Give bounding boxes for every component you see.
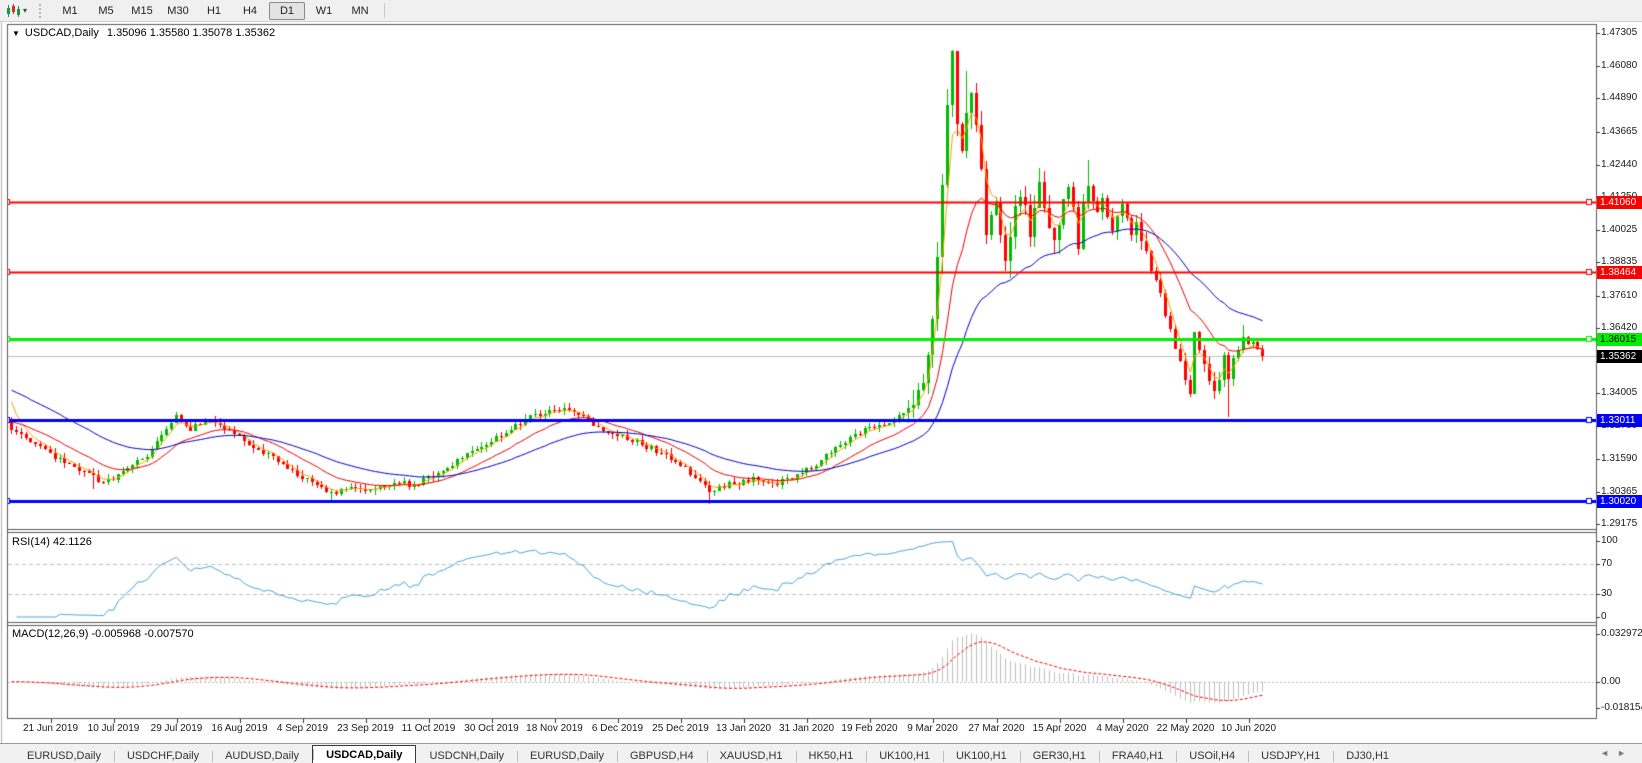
tab-xauusd-h1[interactable]: XAUUSD,H1 [706,748,796,763]
price-tick-label: 1.44890 [1601,92,1638,104]
price-chart-canvas[interactable] [0,22,1642,743]
date-label[interactable]: 21 Jun 2019 [23,723,78,734]
rsi-axis-label: 30 [1601,588,1613,600]
symbol-title: USDCAD,Daily [24,27,99,39]
timeframe-button-m1[interactable]: M1 [53,2,87,20]
timeframe-button-m5[interactable]: M5 [89,2,123,20]
toolbar: ▾ M1 M5 M15 M30 H1 H4 D1 W1 MN [0,0,1642,22]
date-label[interactable]: 31 Jan 2020 [779,723,834,734]
level-label-1.36015: 1.36015 [1597,332,1642,346]
tab-uk100-h1[interactable]: UK100,H1 [942,748,1020,763]
timeframe-button-m15[interactable]: M15 [125,2,159,20]
price-tick-label: 1.34005 [1601,387,1638,399]
tab-usdcad-daily[interactable]: USDCAD,Daily [312,745,417,763]
timeframe-button-w1[interactable]: W1 [307,2,341,20]
date-label[interactable]: 10 Jul 2019 [88,723,140,734]
price-tick-label: 1.40025 [1601,224,1638,236]
tab-scroll-left-icon[interactable]: ◄ [1600,748,1617,758]
timeframe-button-h4[interactable]: H4 [233,2,267,20]
tab-usdjpy-h1[interactable]: USDJPY,H1 [1248,748,1333,763]
date-label[interactable]: 6 Dec 2019 [592,723,643,734]
price-tick-label: 1.29175 [1601,518,1638,529]
price-tick-label: 1.47305 [1601,27,1638,38]
macd-axis-label: -0.018154 [1601,702,1642,713]
date-label[interactable]: 10 Jun 2020 [1221,723,1276,734]
tab-scroll-arrows: ◄► [1600,748,1634,758]
date-label[interactable]: 11 Oct 2019 [402,723,456,734]
level-label-1.41060: 1.41060 [1597,196,1642,210]
tab-dj30-h1[interactable]: DJ30,H1 [1333,748,1402,763]
tab-uk100-h1[interactable]: UK100,H1 [866,748,943,763]
chart-type-icon[interactable] [3,3,23,19]
date-label[interactable]: 4 Sep 2019 [277,723,328,734]
tab-usdcnh-daily[interactable]: USDCNH,Daily [416,748,517,763]
date-label[interactable]: 15 Apr 2020 [1033,723,1087,734]
tab-gbpusd-h4[interactable]: GBPUSD,H4 [617,748,707,763]
toolbar-grip [39,3,46,18]
toolbar-separator [384,3,385,18]
chart-window: ▼ USDCAD,Daily 1.35096 1.35580 1.35078 1.3… [0,22,1642,743]
tab-usoil-h4[interactable]: USOil,H4 [1176,748,1248,763]
timeframe-button-group: M1 M5 M15 M30 H1 H4 D1 W1 MN [52,1,378,20]
date-label[interactable]: 9 Mar 2020 [907,723,958,734]
level-label-1.30020: 1.30020 [1597,495,1642,509]
tab-eurusd-daily[interactable]: EURUSD,Daily [517,748,617,763]
macd-label: MACD(12,26,9) -0.005968 -0.007570 [12,628,194,640]
level-label-1.35362: 1.35362 [1597,350,1642,364]
tab-eurusd-daily[interactable]: EURUSD,Daily [14,748,114,763]
date-label[interactable]: 29 Jul 2019 [151,723,203,734]
price-tick-label: 1.36420 [1601,321,1638,333]
date-label[interactable]: 23 Sep 2019 [337,723,394,734]
collapse-icon[interactable]: ▼ [12,29,20,38]
price-tick-label: 1.37610 [1601,289,1638,301]
level-label-1.33011: 1.33011 [1597,414,1642,428]
timeframe-button-mn[interactable]: MN [343,2,377,20]
date-label[interactable]: 18 Nov 2019 [526,723,583,734]
macd-axis-label: 0.032972 [1601,628,1642,639]
price-tick-label: 1.42440 [1601,158,1638,170]
rsi-axis-label: 0 [1601,611,1607,622]
timeframe-button-m30[interactable]: M30 [161,2,195,20]
tab-scroll-right-icon[interactable]: ► [1617,748,1634,758]
date-label[interactable]: 25 Dec 2019 [652,723,709,734]
level-label-1.38464: 1.38464 [1597,266,1642,280]
date-label[interactable]: 4 May 2020 [1096,723,1148,734]
macd-axis-label: 0.00 [1601,675,1621,687]
timeframe-button-h1[interactable]: H1 [197,2,231,20]
chart-tab-bar: EURUSD,Daily USDCHF,Daily AUDUSD,Daily USDC… [0,743,1642,763]
tab-ger30-h1[interactable]: GER30,H1 [1019,748,1099,763]
timeframe-button-d1[interactable]: D1 [269,1,305,20]
chart-title: ▼ USDCAD,Daily 1.35096 1.35580 1.35078 1.3… [12,27,275,39]
date-label[interactable]: 16 Aug 2019 [211,723,267,734]
tab-hk50-h1[interactable]: HK50,H1 [795,748,867,763]
tab-usdchf-daily[interactable]: USDCHF,Daily [113,748,212,763]
tab-list: EURUSD,Daily USDCHF,Daily AUDUSD,Daily USDC… [0,745,1402,763]
rsi-label: RSI(14) 42.1126 [12,536,92,548]
chart-type-dropdown-arrow-icon[interactable]: ▾ [23,6,35,15]
tab-audusd-daily[interactable]: AUDUSD,Daily [212,748,312,763]
date-label[interactable]: 19 Feb 2020 [841,723,897,734]
price-tick-label: 1.43665 [1601,125,1638,137]
price-tick-label: 1.31590 [1601,452,1638,464]
rsi-axis-label: 70 [1601,557,1613,569]
date-label[interactable]: 22 May 2020 [1157,723,1215,734]
date-label[interactable]: 27 Mar 2020 [968,723,1024,734]
date-label[interactable]: 30 Oct 2019 [464,723,518,734]
date-label[interactable]: 13 Jan 2020 [716,723,771,734]
tab-fra40-h1[interactable]: FRA40,H1 [1098,748,1176,763]
rsi-axis-label: 100 [1601,535,1618,546]
price-tick-label: 1.46080 [1601,60,1638,72]
ohlc-readout: 1.35096 1.35580 1.35078 1.35362 [106,27,276,39]
